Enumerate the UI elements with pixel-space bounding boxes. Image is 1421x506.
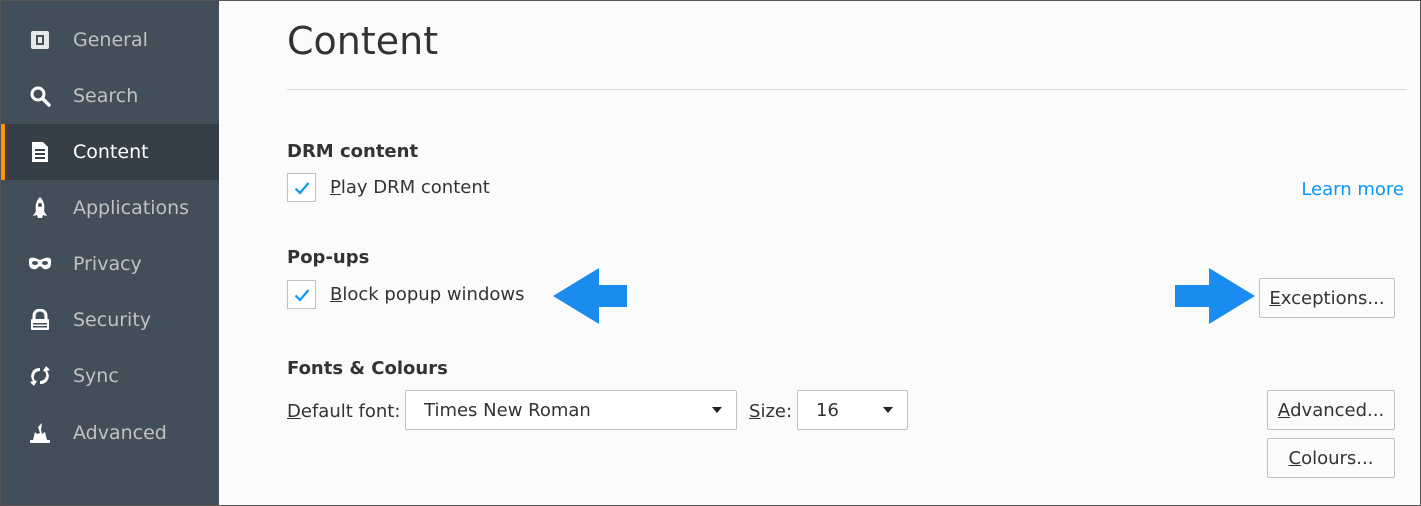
sidebar-item-content[interactable]: Content xyxy=(1,124,219,180)
preferences-window: General Search Content Applications Priv… xyxy=(0,0,1421,506)
sidebar-item-label: General xyxy=(73,29,148,51)
privacy-icon xyxy=(28,252,52,276)
checkmark-icon xyxy=(294,288,309,302)
fonts-colours-heading: Fonts & Colours xyxy=(287,358,448,379)
sidebar-item-applications[interactable]: Applications xyxy=(1,180,219,236)
content-icon xyxy=(28,140,52,164)
default-font-label: Default font: xyxy=(287,401,401,422)
page-title: Content xyxy=(287,19,439,63)
sidebar: General Search Content Applications Priv… xyxy=(1,1,219,505)
sidebar-item-search[interactable]: Search xyxy=(1,68,219,124)
sidebar-item-label: Advanced xyxy=(73,422,167,444)
chevron-down-icon xyxy=(712,407,722,413)
sidebar-item-label: Privacy xyxy=(73,253,142,275)
security-icon xyxy=(28,308,52,332)
content-pane: Content DRM content Play DRM content Lea… xyxy=(219,1,1420,505)
sidebar-item-label: Sync xyxy=(73,365,119,387)
font-size-value: 16 xyxy=(816,399,839,421)
drm-checkbox[interactable] xyxy=(287,173,316,202)
learn-more-link[interactable]: Learn more xyxy=(1301,179,1404,200)
checkmark-icon xyxy=(294,181,309,195)
advanced-icon xyxy=(28,421,52,445)
block-popups-checkbox[interactable] xyxy=(287,280,316,309)
drm-checkbox-label: Play DRM content xyxy=(330,177,490,198)
size-label: Size: xyxy=(749,401,793,422)
sync-icon xyxy=(28,364,52,388)
sidebar-item-general[interactable]: General xyxy=(1,12,219,68)
popups-heading: Pop-ups xyxy=(287,247,370,268)
drm-heading: DRM content xyxy=(287,141,419,162)
exceptions-button[interactable]: Exceptions... xyxy=(1259,278,1395,318)
sidebar-item-security[interactable]: Security xyxy=(1,292,219,348)
font-size-select[interactable]: 16 xyxy=(797,390,908,430)
block-popups-label: Block popup windows xyxy=(330,284,525,305)
sidebar-item-label: Content xyxy=(73,141,149,163)
default-font-select[interactable]: Times New Roman xyxy=(405,390,737,430)
sidebar-item-privacy[interactable]: Privacy xyxy=(1,236,219,292)
sidebar-item-sync[interactable]: Sync xyxy=(1,348,219,404)
sidebar-item-label: Security xyxy=(73,309,152,331)
drm-checkbox-row[interactable]: Play DRM content xyxy=(287,173,490,202)
advanced-fonts-button[interactable]: Advanced... xyxy=(1267,390,1395,430)
chevron-down-icon xyxy=(883,407,893,413)
right-arrow-annotation-icon xyxy=(1175,268,1255,324)
applications-icon xyxy=(28,196,52,220)
sidebar-item-advanced[interactable]: Advanced xyxy=(1,405,219,461)
search-icon xyxy=(28,84,52,108)
sidebar-item-label: Search xyxy=(73,85,139,107)
colours-button[interactable]: Colours... xyxy=(1267,438,1395,478)
popups-checkbox-row[interactable]: Block popup windows xyxy=(287,280,525,309)
general-icon xyxy=(28,28,52,52)
default-font-value: Times New Roman xyxy=(424,399,591,421)
sidebar-item-label: Applications xyxy=(73,197,190,219)
left-arrow-annotation-icon xyxy=(553,268,627,324)
title-divider xyxy=(287,89,1407,90)
